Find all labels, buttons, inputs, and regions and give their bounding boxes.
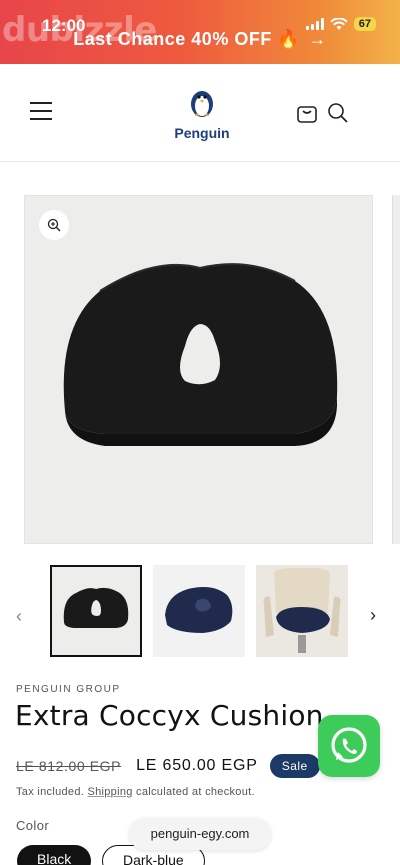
next-image-preview [392, 195, 400, 544]
chevron-right-icon[interactable]: › [370, 605, 376, 626]
arrow-right-icon: → [308, 29, 327, 49]
url-bar[interactable]: penguin-egy.com [129, 818, 271, 850]
product-vendor: PENGUIN GROUP [16, 684, 121, 695]
tax-suffix: calculated at checkout. [136, 786, 255, 798]
thumbnail-on-chair[interactable] [256, 565, 348, 657]
product-title: Extra Coccyx Cushion [15, 699, 324, 732]
logo[interactable]: Penguin [164, 86, 240, 141]
color-option-black[interactable]: Black [17, 845, 92, 865]
announcement-label: Last Chance 40% OFF 🔥 [73, 29, 301, 49]
sale-badge: Sale [269, 754, 320, 778]
menu-icon[interactable] [30, 102, 52, 120]
cushion-image [63, 263, 338, 446]
penguin-icon [191, 91, 213, 117]
price-row: LE 812.00 EGP LE 650.00 EGP Sale [16, 754, 320, 778]
cart-icon[interactable] [296, 102, 318, 124]
announcement-text[interactable]: Last Chance 40% OFF 🔥 → [0, 29, 400, 50]
zoom-button[interactable] [39, 210, 69, 240]
tax-prefix: Tax included. [16, 786, 85, 798]
whatsapp-icon [331, 727, 367, 763]
search-icon[interactable] [327, 102, 349, 124]
thumbnail-dark-blue[interactable] [153, 565, 245, 657]
chevron-left-icon[interactable]: ‹ [16, 606, 22, 627]
announcement-bar[interactable]: dubizzle 12:00 67 Last Chance 40% OFF 🔥 → [0, 0, 400, 64]
logo-text: Penguin [174, 125, 230, 141]
product-main-image[interactable] [24, 195, 373, 544]
thumbnail-image [52, 567, 140, 655]
whatsapp-button[interactable] [318, 715, 380, 777]
thumbnail-image [256, 565, 348, 657]
tax-note: Tax included. Shipping calculated at che… [16, 786, 255, 798]
thumbnail-image [153, 565, 245, 657]
thumbnail-black[interactable] [50, 565, 142, 657]
price-sale: LE 650.00 EGP [136, 757, 258, 774]
shipping-link[interactable]: Shipping [87, 786, 132, 798]
price-compare: LE 812.00 EGP [16, 758, 122, 774]
color-label: Color [16, 818, 50, 833]
zoom-icon [47, 218, 61, 232]
site-header: Penguin [0, 64, 400, 162]
